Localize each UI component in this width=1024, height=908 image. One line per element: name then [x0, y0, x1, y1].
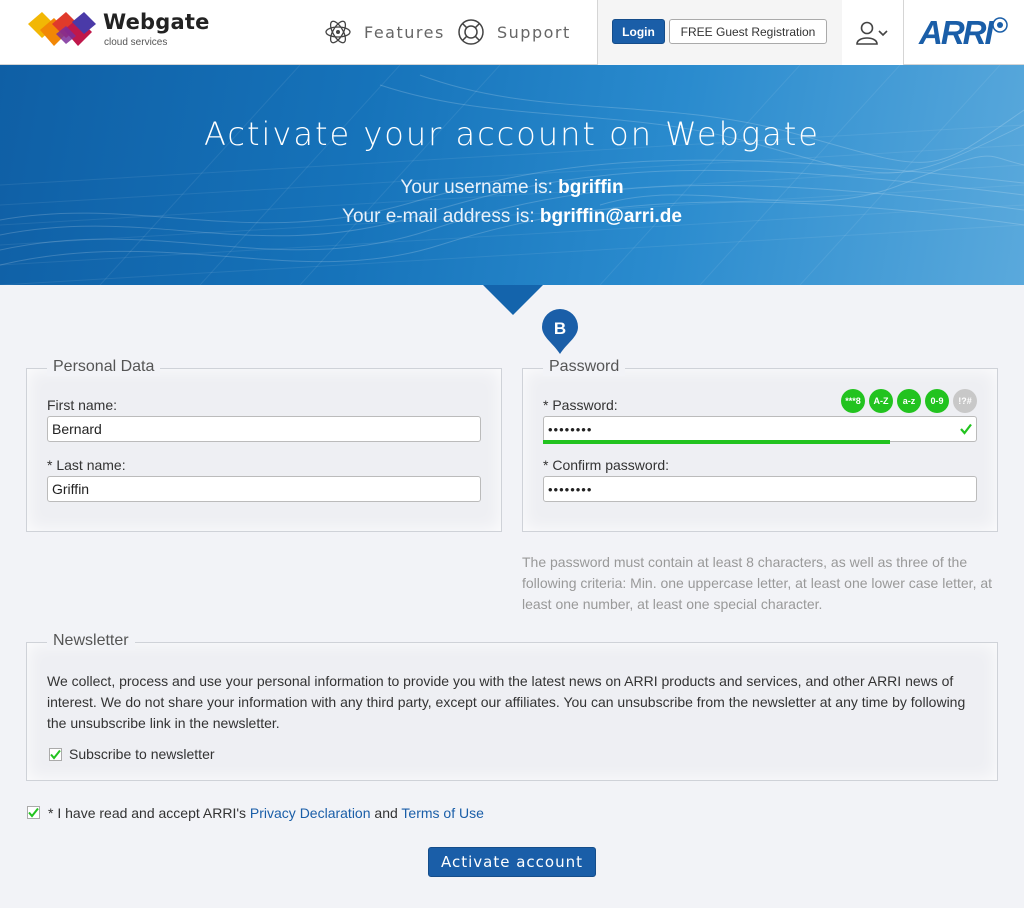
subscribe-checkbox[interactable]	[49, 748, 62, 761]
webgate-logo[interactable]: Webgate cloud services	[26, 8, 216, 54]
terms-of-use-link[interactable]: Terms of Use	[401, 805, 483, 821]
logo-subtitle: cloud services	[104, 37, 168, 48]
confirm-password-label: * Confirm password:	[543, 457, 670, 473]
first-name-label: First name:	[47, 397, 118, 413]
privacy-declaration-link[interactable]: Privacy Declaration	[250, 805, 371, 821]
criterion-number-badge: 0-9	[925, 389, 949, 413]
atom-icon	[325, 20, 351, 44]
header-divider	[903, 0, 904, 65]
nav-features[interactable]: Features	[324, 17, 445, 47]
arri-logo[interactable]: ARRI	[917, 11, 1012, 51]
username-prefix: Your username is:	[400, 177, 559, 198]
personal-data-legend: Personal Data	[47, 358, 161, 376]
password-input[interactable]: ••••••••	[543, 416, 977, 442]
accept-terms-checkbox[interactable]	[27, 806, 40, 819]
password-label: * Password:	[543, 397, 618, 413]
last-name-label: * Last name:	[47, 457, 126, 473]
checkmark-icon	[960, 423, 972, 435]
email-prefix: Your e-mail address is:	[342, 206, 540, 227]
email-line: Your e-mail address is: bgriffin@arri.de	[0, 206, 1024, 228]
password-criteria: ***8 A-Z a-z 0-9 !?#	[841, 389, 977, 413]
nav-support-label: Support	[497, 22, 571, 42]
hero-notch	[483, 285, 543, 315]
password-strength-bar	[543, 440, 890, 444]
newsletter-text: We collect, process and use your persona…	[47, 673, 966, 731]
nav-support[interactable]: Support	[457, 17, 571, 47]
guest-registration-button[interactable]: FREE Guest Registration	[669, 19, 827, 44]
login-area: Login FREE Guest Registration	[598, 0, 842, 65]
password-hint: The password must contain at least 8 cha…	[522, 554, 993, 612]
user-menu-button[interactable]	[842, 0, 903, 65]
wave-mesh-background	[0, 65, 1024, 285]
logo-name: Webgate	[103, 10, 210, 34]
activate-account-button[interactable]: Activate account	[428, 847, 596, 877]
terms-prefix: * I have read and accept ARRI's	[48, 805, 250, 821]
email-value: bgriffin@arri.de	[539, 206, 682, 227]
page-title: Activate your account on Webgate	[204, 115, 820, 153]
accept-terms-label: * I have read and accept ARRI's Privacy …	[48, 805, 484, 821]
first-name-input[interactable]: Bernard	[47, 416, 481, 442]
terms-and: and	[370, 805, 402, 821]
password-fieldset: Password * Password: ***8 A-Z a-z 0-9 !?…	[522, 358, 998, 532]
arri-logo-mark: ARRI	[918, 14, 1008, 51]
hero-banner: Activate your account on Webgate Your us…	[0, 65, 1024, 285]
lifebuoy-icon	[458, 19, 484, 45]
chevron-down-icon	[877, 29, 888, 36]
nav-features-label: Features	[364, 22, 445, 42]
location-pin-icon: B	[541, 309, 579, 360]
username-value: bgriffin	[558, 177, 624, 198]
checkmark-icon	[28, 807, 39, 818]
password-value: ••••••••	[548, 421, 593, 437]
newsletter-legend: Newsletter	[47, 632, 135, 650]
criterion-lowercase-badge: a-z	[897, 389, 921, 413]
personal-data-fieldset: Personal Data First name: Bernard * Last…	[26, 358, 502, 532]
webgate-logo-mark	[28, 12, 96, 46]
top-header: Webgate cloud services Features Support …	[0, 0, 1024, 65]
user-icon	[855, 21, 888, 45]
criterion-length-badge: ***8	[841, 389, 865, 413]
login-button[interactable]: Login	[612, 19, 665, 44]
password-legend: Password	[543, 358, 626, 376]
username-line: Your username is: bgriffin	[0, 177, 1024, 199]
subscribe-label[interactable]: Subscribe to newsletter	[69, 746, 215, 762]
newsletter-fieldset: Newsletter We collect, process and use y…	[26, 632, 998, 781]
pin-letter: B	[554, 319, 566, 338]
confirm-password-input[interactable]: ••••••••	[543, 476, 977, 502]
criterion-uppercase-badge: A-Z	[869, 389, 893, 413]
checkmark-icon	[50, 749, 61, 760]
criterion-special-badge: !?#	[953, 389, 977, 413]
last-name-input[interactable]: Griffin	[47, 476, 481, 502]
svg-text:ARRI: ARRI	[918, 14, 994, 51]
